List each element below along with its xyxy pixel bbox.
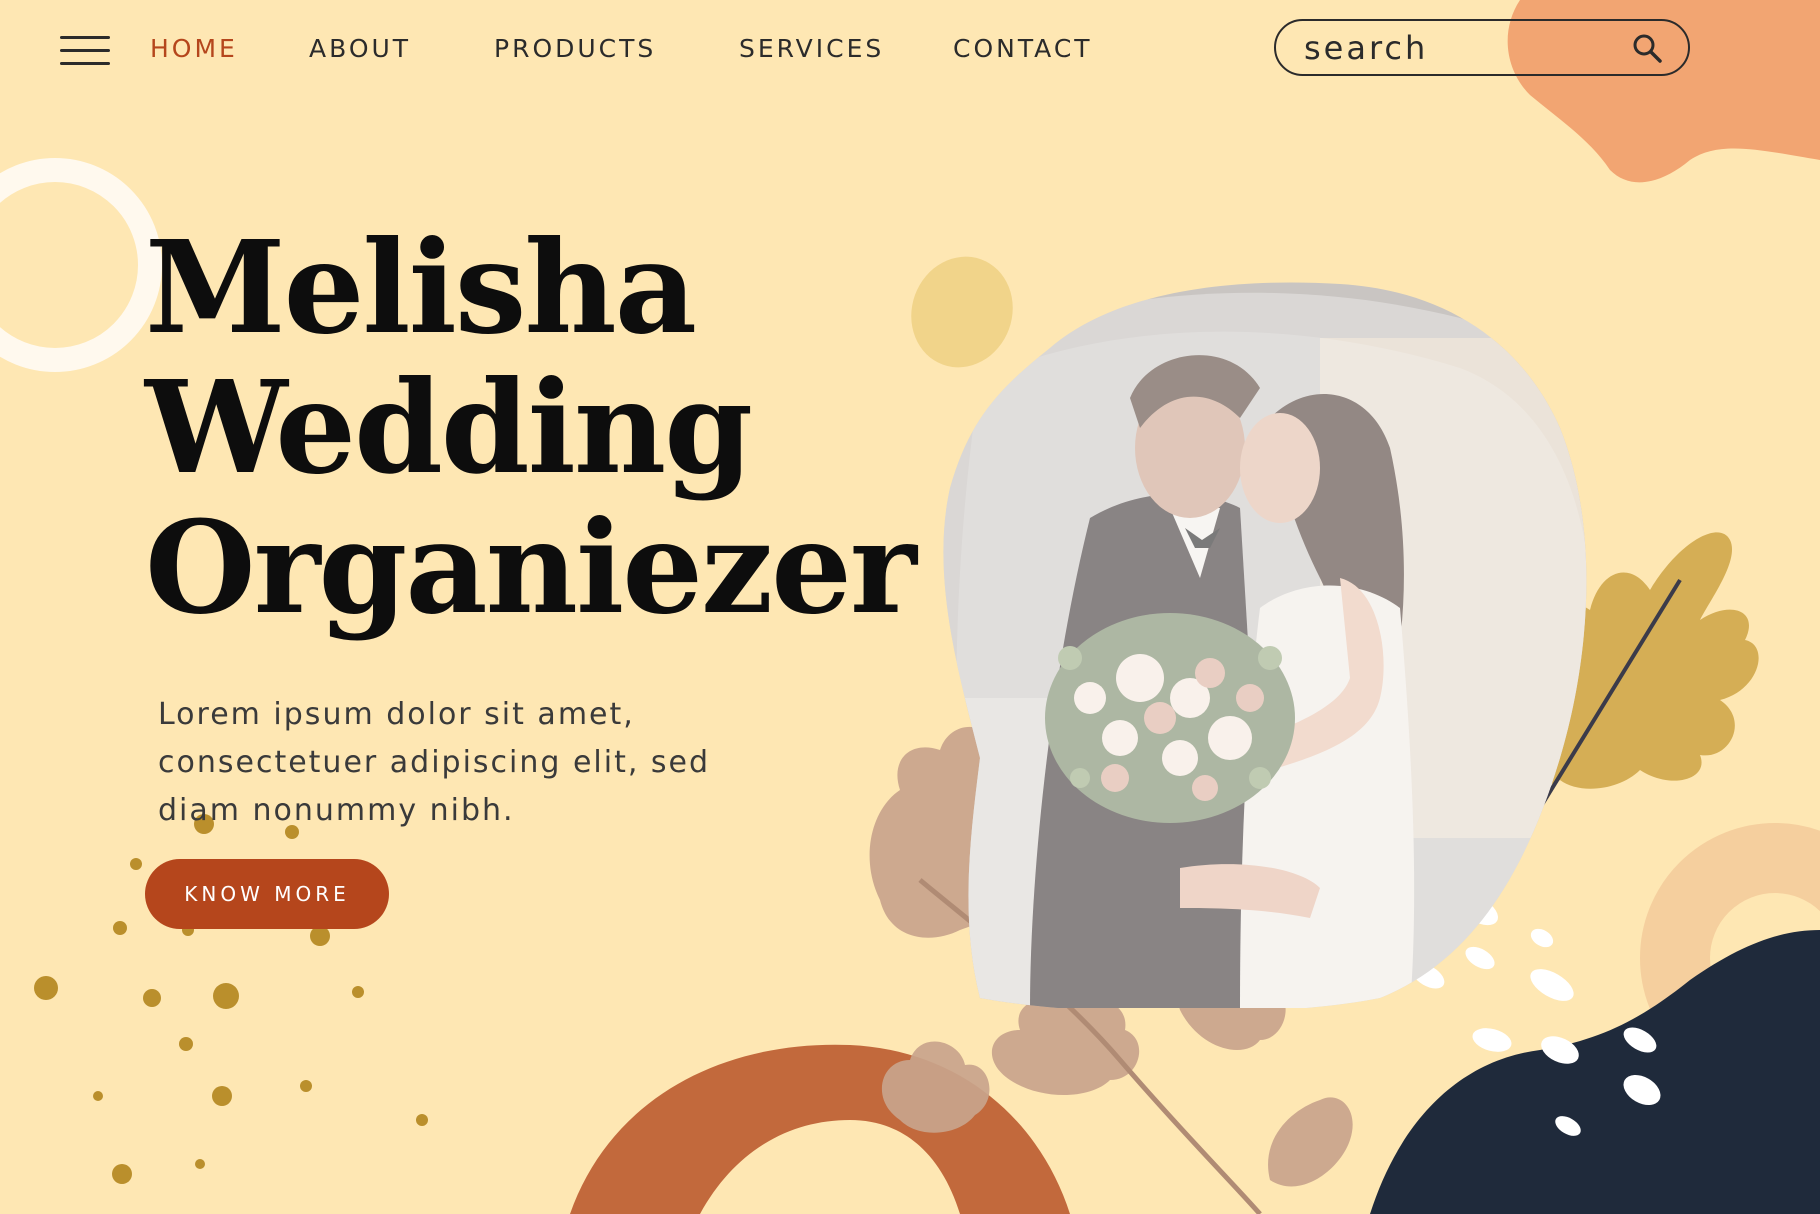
nav-link-home[interactable]: HOME — [150, 34, 238, 63]
nav-link-about[interactable]: ABOUT — [309, 34, 411, 63]
hero-title-line-1: Melisha — [145, 213, 697, 362]
hero-title-line-2: Wedding — [145, 353, 753, 502]
know-more-button[interactable]: KNOW MORE — [145, 859, 389, 929]
search-icon[interactable] — [1630, 31, 1664, 65]
search-input[interactable] — [1304, 27, 1604, 69]
nav-link-products[interactable]: PRODUCTS — [494, 34, 656, 63]
hero-title-line-3: Organiezer — [145, 493, 917, 642]
search-bar — [1274, 19, 1690, 76]
hamburger-menu-icon[interactable] — [60, 36, 110, 68]
white-ring — [0, 158, 162, 372]
rust-arch — [570, 1044, 1070, 1214]
nav-link-services[interactable]: SERVICES — [739, 34, 884, 63]
hero-title: Melisha Wedding Organiezer — [145, 213, 917, 642]
wedding-couple-photo — [943, 282, 1587, 1008]
nav-link-contact[interactable]: CONTACT — [953, 34, 1093, 63]
hero-description: Lorem ipsum dolor sit amet, consectetuer… — [158, 697, 711, 828]
